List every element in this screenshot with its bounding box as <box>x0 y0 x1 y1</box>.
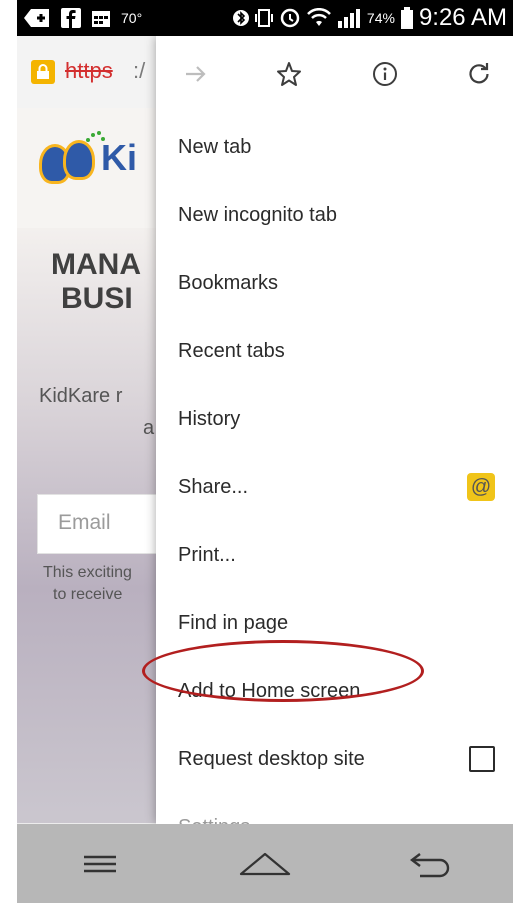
plus-notification-icon <box>23 7 51 29</box>
menu-item-label: Request desktop site <box>178 747 365 770</box>
share-app-icon[interactable]: @ <box>467 473 495 501</box>
clock-time: 9:26 AM <box>418 4 507 31</box>
hero-note: This exciting to receive <box>43 562 132 606</box>
signal-icon <box>337 7 361 29</box>
menu-item-label: New incognito tab <box>178 203 337 226</box>
highlight-ellipse <box>142 640 424 702</box>
battery-percent: 74% <box>366 10 395 26</box>
calendar-icon <box>91 8 111 28</box>
hero-description-line: a <box>143 417 155 439</box>
lock-icon <box>31 60 55 84</box>
hero-note-line: to receive <box>53 586 123 603</box>
url-scheme[interactable]: https <box>65 58 113 84</box>
menu-item-print[interactable]: Print... <box>156 529 513 581</box>
menu-item-share[interactable]: Share... @ <box>156 461 513 513</box>
menu-item-label: Print... <box>178 543 236 566</box>
menu-item-label: Settings <box>178 816 250 825</box>
hero-note-line: This exciting <box>43 564 132 581</box>
menu-item-label: New tab <box>178 135 252 158</box>
hero-description: KidKare r a <box>39 380 154 444</box>
request-desktop-checkbox[interactable] <box>469 746 495 772</box>
status-bar: 70° 74% 9:26 AM <box>17 0 513 36</box>
menu-icon[interactable] <box>65 839 135 889</box>
menu-item-request-desktop-site[interactable]: Request desktop site <box>156 733 513 785</box>
page-info-icon[interactable] <box>367 56 403 92</box>
temperature-text: 70° <box>121 10 143 26</box>
menu-icon-row <box>156 36 513 112</box>
menu-item-recent-tabs[interactable]: Recent tabs <box>156 325 513 377</box>
menu-item-label: Bookmarks <box>178 271 279 294</box>
logo-text: Ki <box>101 137 137 178</box>
facebook-icon <box>61 8 81 28</box>
menu-item-history[interactable]: History <box>156 393 513 445</box>
menu-item-bookmarks[interactable]: Bookmarks <box>156 257 513 309</box>
vibrate-icon <box>254 7 273 29</box>
reload-icon[interactable] <box>461 56 497 92</box>
logo-mark-icon <box>39 131 105 184</box>
menu-item-label: History <box>178 407 241 430</box>
menu-item-label: Find in page <box>178 611 289 634</box>
email-placeholder: Email <box>58 511 111 534</box>
phone-screen: 70° 74% 9:26 AM https:/ Ki MANA BUSI Ki… <box>17 0 513 903</box>
home-icon[interactable] <box>230 839 300 889</box>
hero-title: MANA BUSI <box>51 248 141 316</box>
sync-icon <box>279 7 301 29</box>
url-rest[interactable]: :/ <box>133 58 145 84</box>
hero-title-line: MANA <box>51 248 141 281</box>
menu-item-label: Recent tabs <box>178 339 285 362</box>
wifi-icon <box>306 8 331 28</box>
battery-icon <box>400 7 413 29</box>
menu-item-new-incognito-tab[interactable]: New incognito tab <box>156 189 513 241</box>
back-icon[interactable] <box>395 839 465 889</box>
menu-item-label: Share... <box>178 475 249 498</box>
menu-item-settings[interactable]: Settings <box>156 801 513 825</box>
hero-description-line: KidKare r <box>39 385 123 407</box>
kidkare-logo[interactable]: Ki <box>39 131 137 184</box>
navigation-bar <box>17 824 513 903</box>
forward-icon[interactable] <box>178 56 214 92</box>
hero-title-line: BUSI <box>61 282 133 315</box>
overflow-menu: New tab New incognito tab Bookmarks Rece… <box>156 36 513 824</box>
menu-item-new-tab[interactable]: New tab <box>156 121 513 173</box>
bookmark-star-icon[interactable] <box>271 56 307 92</box>
bluetooth-icon <box>232 7 249 29</box>
